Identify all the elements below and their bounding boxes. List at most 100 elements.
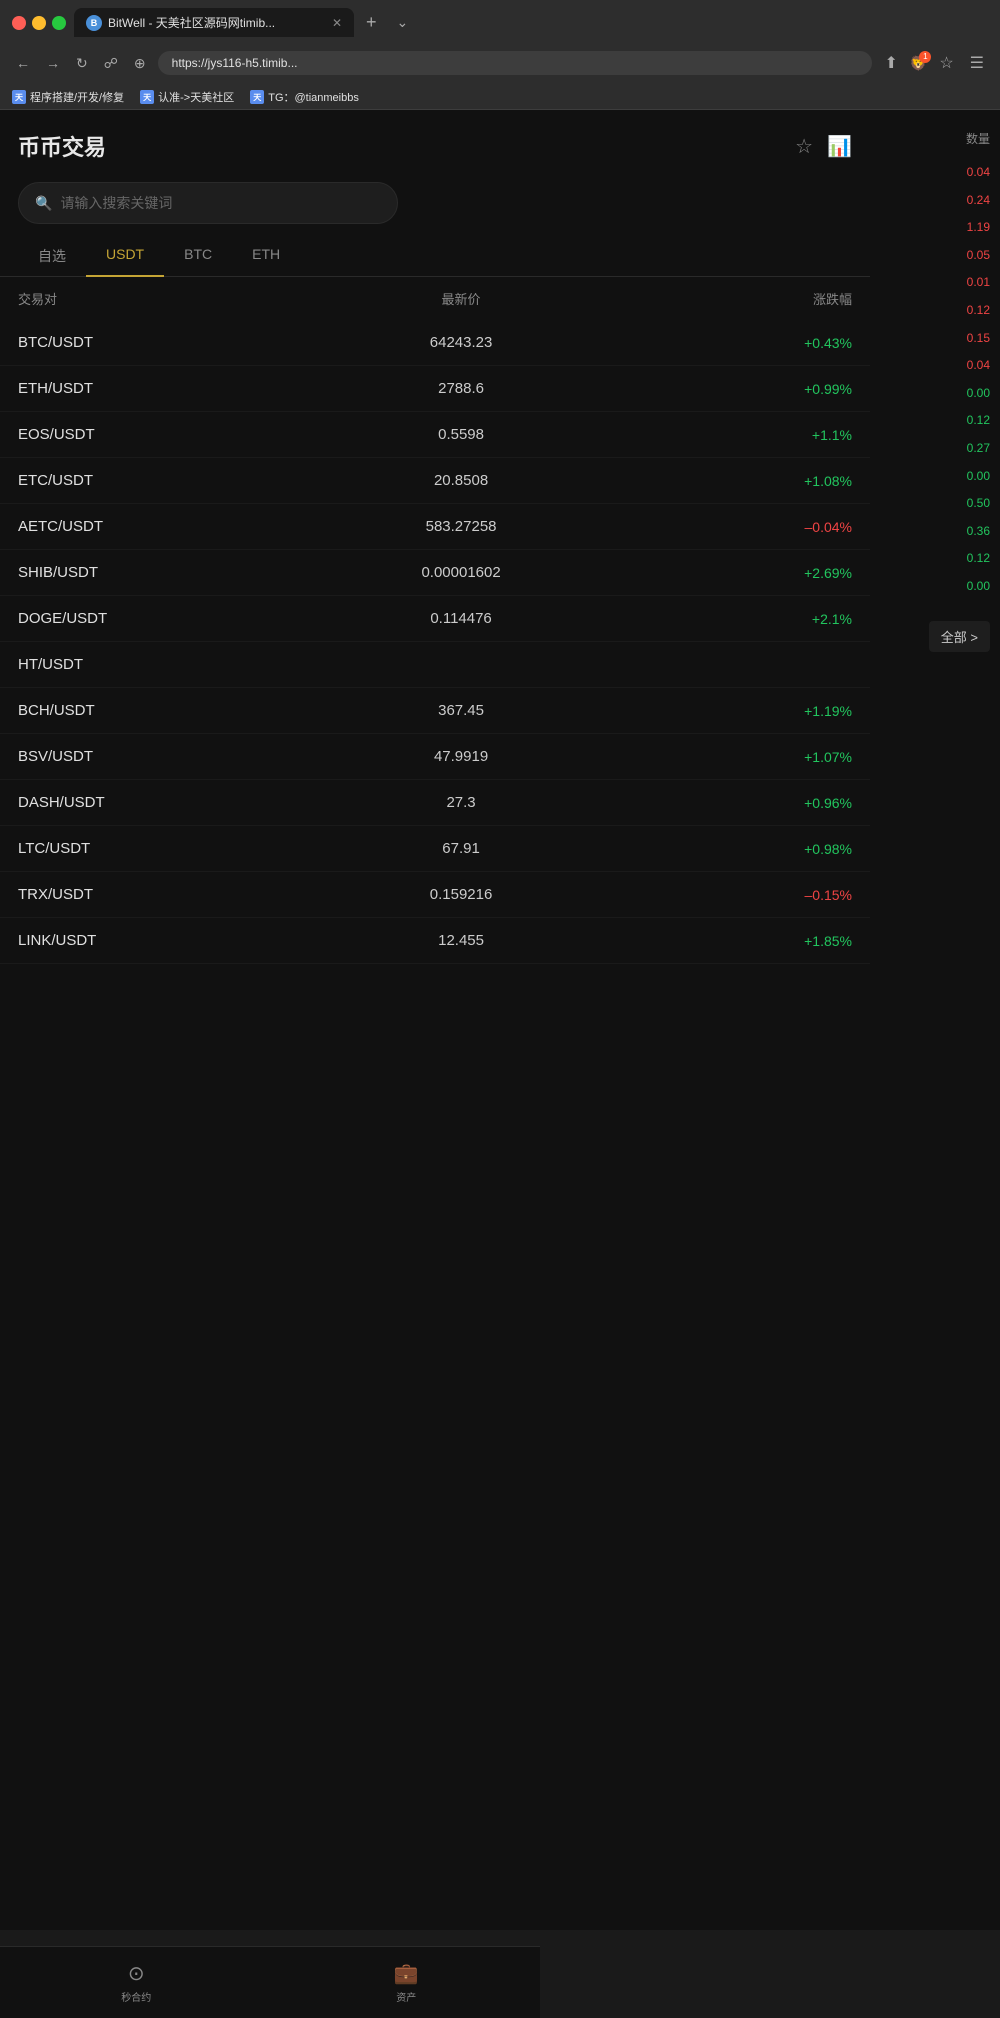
table-row[interactable]: HT/USDT bbox=[0, 642, 870, 688]
pair-change: +2.1% bbox=[591, 611, 852, 627]
all-button[interactable]: 全部 > bbox=[929, 621, 990, 652]
tab-zixuan[interactable]: 自选 bbox=[18, 236, 86, 276]
order-value: 0.05 bbox=[967, 242, 990, 270]
forward-button[interactable]: → bbox=[42, 51, 64, 75]
pair-name: DASH/USDT bbox=[18, 794, 331, 811]
bookmark-button[interactable]: ☍ bbox=[100, 51, 122, 76]
trading-list: BTC/USDT 64243.23 +0.43% ETH/USDT 2788.6… bbox=[0, 320, 870, 964]
col-header-change: 涨跌幅 bbox=[591, 289, 852, 308]
order-value: 0.00 bbox=[967, 380, 990, 408]
order-value: 0.27 bbox=[967, 435, 990, 463]
bookmark-label-3: TG：@tianmeibbs bbox=[268, 89, 359, 105]
bookmarks-bar: 天 程序搭建/开发/修复 天 认准->天美社区 天 TG：@tianmeibbs bbox=[0, 85, 1000, 110]
pair-change: +1.85% bbox=[591, 933, 852, 949]
table-row[interactable]: LINK/USDT 12.455 +1.85% bbox=[0, 918, 870, 964]
share-icon[interactable]: ⬆ bbox=[880, 49, 901, 77]
bookmark-favicon-1: 天 bbox=[12, 90, 26, 104]
pair-name: AETC/USDT bbox=[18, 518, 331, 535]
traffic-lights bbox=[12, 16, 66, 30]
pair-price: 47.9919 bbox=[331, 748, 592, 765]
nav-item-assets[interactable]: 💼 资产 bbox=[378, 1957, 435, 2008]
all-button-container: 全部 > bbox=[880, 621, 990, 652]
table-row[interactable]: LTC/USDT 67.91 +0.98% bbox=[0, 826, 870, 872]
tabs-row: 自选 USDT BTC ETH bbox=[0, 236, 870, 277]
chart-icon[interactable]: 📊 bbox=[827, 134, 852, 159]
favorites-icon[interactable]: ☆ bbox=[795, 134, 813, 159]
pair-name: BTC/USDT bbox=[18, 334, 331, 351]
pair-price: 2788.6 bbox=[331, 380, 592, 397]
tab-title: BitWell - 天美社区源码网timib... bbox=[108, 14, 326, 31]
pair-change: –0.04% bbox=[591, 519, 852, 535]
new-tab-icon[interactable]: + bbox=[358, 8, 385, 37]
pair-price: 0.159216 bbox=[331, 886, 592, 903]
tab-close-icon[interactable]: ✕ bbox=[332, 16, 342, 30]
tab-usdt[interactable]: USDT bbox=[86, 236, 164, 276]
pair-name: LTC/USDT bbox=[18, 840, 331, 857]
address-bar[interactable]: https://jys116-h5.timib... bbox=[158, 51, 873, 75]
nav-label-seconds: 秒合约 bbox=[121, 1989, 151, 2004]
pair-price: 583.27258 bbox=[331, 518, 592, 535]
page-title: 币币交易 bbox=[18, 130, 106, 162]
extension-icon[interactable]: ⊕ bbox=[130, 51, 150, 76]
table-row[interactable]: ETC/USDT 20.8508 +1.08% bbox=[0, 458, 870, 504]
menu-icon[interactable]: ☰ bbox=[966, 49, 988, 77]
pair-change: +0.99% bbox=[591, 381, 852, 397]
tab-btc[interactable]: BTC bbox=[164, 236, 232, 276]
order-value: 0.50 bbox=[967, 490, 990, 518]
table-row[interactable]: SHIB/USDT 0.00001602 +2.69% bbox=[0, 550, 870, 596]
bookmark-item-3[interactable]: 天 TG：@tianmeibbs bbox=[250, 89, 359, 105]
tab-list-icon[interactable]: ⌄ bbox=[389, 10, 417, 35]
table-row[interactable]: BCH/USDT 367.45 +1.19% bbox=[0, 688, 870, 734]
table-row[interactable]: DASH/USDT 27.3 +0.96% bbox=[0, 780, 870, 826]
app-header: 币币交易 ☆ 📊 bbox=[0, 110, 870, 174]
order-value: 0.12 bbox=[967, 297, 990, 325]
pair-change: +0.43% bbox=[591, 335, 852, 351]
nav-label-assets: 资产 bbox=[396, 1989, 416, 2004]
sidebar-quantity-header: 数量 bbox=[966, 110, 990, 159]
bookmark-item-1[interactable]: 天 程序搭建/开发/修复 bbox=[12, 89, 124, 105]
pair-price: 0.5598 bbox=[331, 426, 592, 443]
order-value: 0.00 bbox=[967, 573, 990, 601]
pair-name: TRX/USDT bbox=[18, 886, 331, 903]
tab-eth[interactable]: ETH bbox=[232, 236, 300, 276]
back-button[interactable]: ← bbox=[12, 51, 34, 75]
pair-name: ETH/USDT bbox=[18, 380, 331, 397]
order-value: 1.19 bbox=[967, 214, 990, 242]
pair-change: –0.15% bbox=[591, 887, 852, 903]
search-icon: 🔍 bbox=[35, 195, 52, 212]
refresh-button[interactable]: ↻ bbox=[72, 51, 92, 76]
table-row[interactable]: EOS/USDT 0.5598 +1.1% bbox=[0, 412, 870, 458]
pair-name: SHIB/USDT bbox=[18, 564, 331, 581]
address-bar-row: ← → ↻ ☍ ⊕ https://jys116-h5.timib... ⬆ 🦁… bbox=[0, 45, 1000, 85]
pair-name: BSV/USDT bbox=[18, 748, 331, 765]
brave-shield[interactable]: 🦁 1 bbox=[910, 55, 927, 72]
pair-change: +1.07% bbox=[591, 749, 852, 765]
table-row[interactable]: TRX/USDT 0.159216 –0.15% bbox=[0, 872, 870, 918]
search-bar[interactable]: 🔍 请输入搜索关键词 bbox=[18, 182, 398, 224]
close-button[interactable] bbox=[12, 16, 26, 30]
header-icons: ☆ 📊 bbox=[795, 134, 852, 159]
assets-icon: 💼 bbox=[394, 1961, 419, 1986]
url-text: https://jys116-h5.timib... bbox=[172, 56, 859, 70]
table-row[interactable]: ETH/USDT 2788.6 +0.99% bbox=[0, 366, 870, 412]
minimize-button[interactable] bbox=[32, 16, 46, 30]
order-value: 0.12 bbox=[967, 407, 990, 435]
table-row[interactable]: DOGE/USDT 0.114476 +2.1% bbox=[0, 596, 870, 642]
bookmark-favicon-2: 天 bbox=[140, 90, 154, 104]
table-row[interactable]: BTC/USDT 64243.23 +0.43% bbox=[0, 320, 870, 366]
pair-name: HT/USDT bbox=[18, 656, 331, 673]
fullscreen-button[interactable] bbox=[52, 16, 66, 30]
active-tab[interactable]: B BitWell - 天美社区源码网timib... ✕ bbox=[74, 8, 354, 37]
order-book-values: 0.04 0.24 1.19 0.05 0.01 0.12 0.15 0.04 … bbox=[880, 159, 990, 601]
nav-item-seconds[interactable]: ⊙ 秒合约 bbox=[105, 1957, 167, 2008]
order-value: 0.00 bbox=[967, 463, 990, 491]
rewards-icon[interactable]: ☆ bbox=[935, 49, 957, 77]
table-row[interactable]: AETC/USDT 583.27258 –0.04% bbox=[0, 504, 870, 550]
bookmark-item-2[interactable]: 天 认准->天美社区 bbox=[140, 89, 234, 105]
seconds-contract-icon: ⊙ bbox=[128, 1961, 145, 1986]
pair-price: 0.00001602 bbox=[331, 564, 592, 581]
pair-price: 64243.23 bbox=[331, 334, 592, 351]
tab-favicon-icon: B bbox=[86, 15, 102, 31]
table-row[interactable]: BSV/USDT 47.9919 +1.07% bbox=[0, 734, 870, 780]
tab-bar: B BitWell - 天美社区源码网timib... ✕ + ⌄ bbox=[74, 8, 988, 37]
